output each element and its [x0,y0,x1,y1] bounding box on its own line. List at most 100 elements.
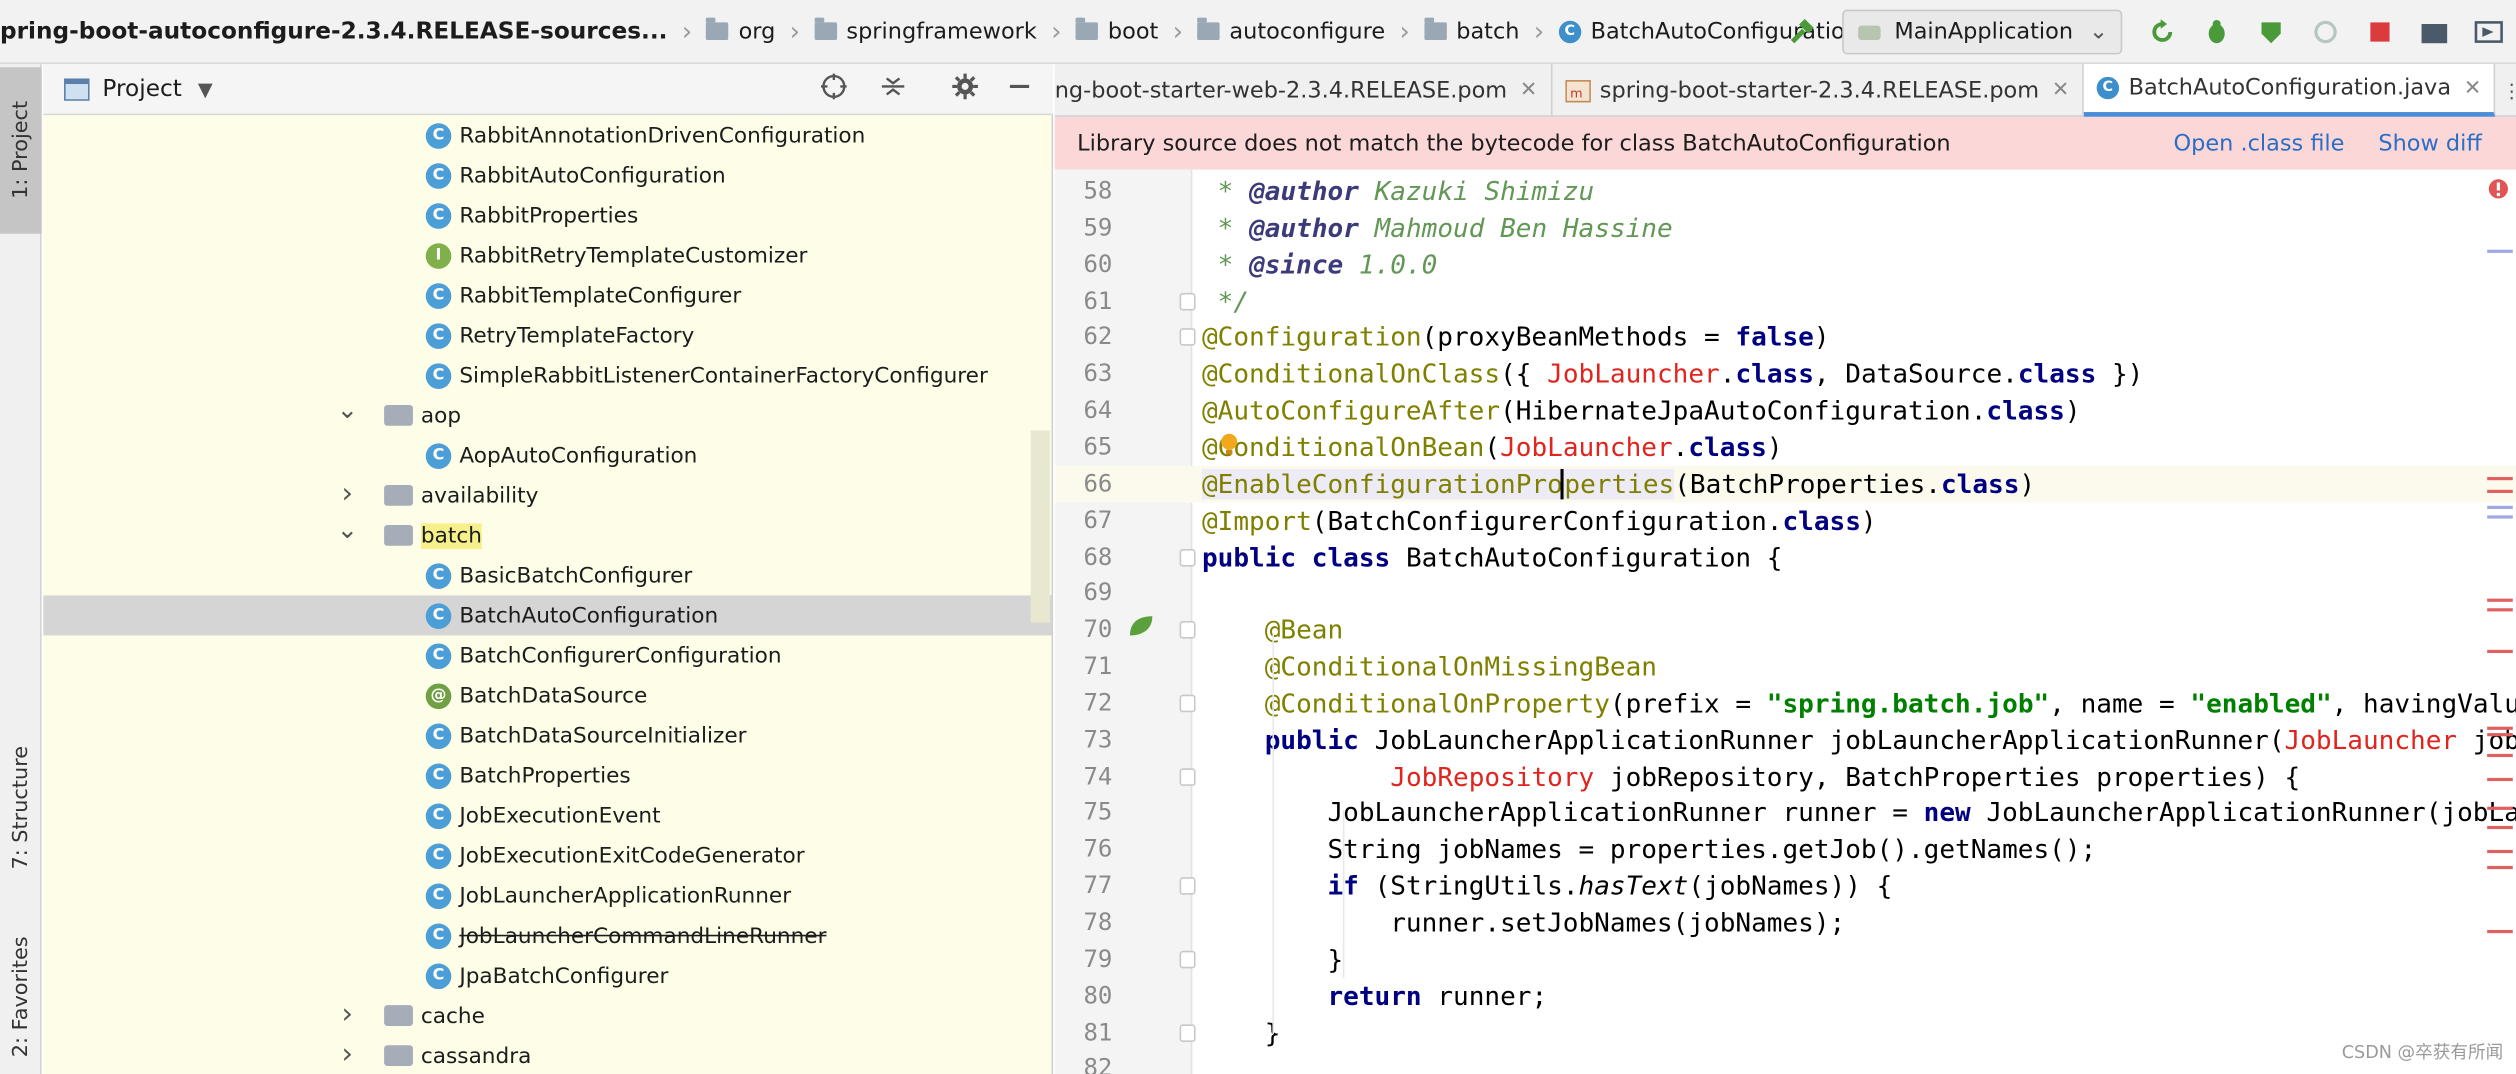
tree-item-label: BasicBatchConfigurer [459,562,693,589]
hide-panel-icon[interactable] [1005,71,1034,106]
code-line[interactable]: 69 [1055,575,2516,612]
project-tree: C RabbitAnnotationDrivenConfiguration C Rab… [43,115,1054,1074]
fold-marker-icon[interactable] [1179,1023,1196,1042]
tree-folder[interactable]: ⌄ batch [43,514,1051,555]
fold-marker-icon[interactable] [1179,950,1196,969]
tab-batch-auto-configuration[interactable]: C BatchAutoConfiguration.java ✕ [2083,64,2496,117]
fold-marker-icon[interactable] [1179,877,1196,895]
close-icon[interactable]: ✕ [2464,76,2481,100]
class-icon: C [425,442,452,469]
project-view-selector[interactable]: Project [102,76,181,102]
tree-item[interactable]: C SimpleRabbitListenerContainerFactoryCon… [43,355,1051,395]
run-with-coverage-icon[interactable] [2254,14,2289,49]
code-editor[interactable]: 58 * @author Kazuki Shimizu 59 * @author … [1054,169,2516,1074]
fold-marker-icon[interactable] [1179,548,1196,566]
code-line[interactable]: 60 * @since 1.0.0 [1055,246,2516,283]
code-line[interactable]: 65 @ConditionalOnBean(JobLauncher.class) [1055,429,2516,466]
tree-item-label: BatchProperties [459,762,631,789]
editor-tabs: ng-boot-starter-web-2.3.4.RELEASE.pom ✕ m… [1054,64,2516,117]
code-line[interactable]: 59 * @author Mahmoud Ben Hassine [1055,209,2516,246]
code-line[interactable]: 66 @EnableConfigurationProperties(BatchPr… [1054,465,2516,503]
tree-folder[interactable]: › cassandra [43,1036,1051,1074]
chevron-right-icon[interactable]: › [338,1037,357,1071]
tree-item[interactable]: I RabbitRetryTemplateCustomizer [43,235,1051,275]
tree-item[interactable]: C RabbitTemplateConfigurer [43,275,1051,315]
breadcrumb-batch[interactable]: batch [1421,0,1523,63]
tree-item[interactable]: C RetryTemplateFactory [43,315,1051,355]
error-stripe[interactable] [2484,170,2516,1074]
fold-marker-icon[interactable] [1179,621,1196,639]
breadcrumb-autoconfigure[interactable]: autoconfigure [1194,0,1388,63]
intention-bulb-icon[interactable] [1218,432,1240,464]
line-number: 69 [1083,578,1113,608]
code-line[interactable]: 61 */ [1055,283,2516,320]
code-line[interactable]: 64 @AutoConfigureAfter(HibernateJpaAutoCo… [1055,392,2516,429]
tab-starter-pom[interactable]: m spring-boot-starter-2.3.4.RELEASE.pom ✕ [1552,64,2084,117]
chevron-right-icon[interactable]: › [338,997,357,1031]
debug-bug-icon[interactable] [2199,14,2234,49]
tab-project-tool[interactable]: 1: Project [0,67,42,234]
fold-marker-icon[interactable] [1179,694,1196,713]
gear-icon[interactable] [951,71,980,106]
collapse-all-icon[interactable] [879,71,908,106]
tree-item[interactable]: C BatchDataSourceInitializer [43,715,1051,755]
tree-item-label: JobLauncherCommandLineRunner [459,922,827,949]
tree-item[interactable]: C RabbitAutoConfiguration [43,155,1051,195]
tree-item[interactable]: C JobLauncherApplicationRunner [43,876,1051,916]
tree-folder[interactable]: › cache [43,996,1051,1036]
tab-favorites-tool[interactable]: 2: Favorites [0,920,42,1074]
layout-icon[interactable] [2471,14,2506,49]
tree-scrollbar[interactable] [1030,430,1050,623]
tree-item[interactable]: C BatchProperties [43,755,1051,795]
rerun-icon[interactable] [2145,14,2180,49]
code-line[interactable]: 82 [1055,1051,2516,1074]
profile-icon[interactable] [2308,14,2343,49]
breadcrumb-org[interactable]: org [703,0,778,63]
tree-item[interactable]: C BatchAutoConfiguration [43,595,1052,636]
chevron-down-icon[interactable]: ⌄ [337,514,358,544]
line-number: 82 [1083,1053,1113,1074]
spring-bean-gutter-icon[interactable] [1127,613,1156,645]
tree-item[interactable]: C RabbitAnnotationDrivenConfiguration [43,115,1051,155]
code-text: if (StringUtils.hasText(jobNames)) { [1327,870,1893,902]
tree-item[interactable]: C BasicBatchConfigurer [43,555,1051,595]
build-hammer-icon[interactable] [1784,14,1819,49]
tree-item[interactable]: C JobExecutionEvent [43,795,1051,835]
caret-down-icon[interactable]: ▼ [198,78,213,100]
close-icon[interactable]: ✕ [1520,78,1537,102]
code-line[interactable]: 68 public class BatchAutoConfiguration { [1055,539,2516,576]
tab-structure-tool[interactable]: 7: Structure [0,720,42,896]
tree-folder[interactable]: ⌄ aop [43,394,1051,435]
more-tabs-button[interactable]: ⋮≡ [2496,64,2516,117]
line-number: 70 [1083,614,1113,644]
chevron-down-icon[interactable]: ⌄ [337,394,358,424]
tree-folder[interactable]: › availability [43,475,1051,515]
show-diff-link[interactable]: Show diff [2378,130,2481,156]
chevron-right-icon[interactable]: › [338,477,357,511]
tree-item[interactable]: C RabbitProperties [43,195,1051,235]
open-class-file-link[interactable]: Open .class file [2173,130,2344,156]
code-line[interactable]: 62 @Configuration(proxyBeanMethods = fals… [1055,319,2516,356]
tree-item[interactable]: C AopAutoConfiguration [43,435,1051,475]
tree-item[interactable]: @ BatchDataSource [43,675,1051,715]
tree-item-label: BatchConfigurerConfiguration [459,642,782,669]
fold-marker-icon[interactable] [1179,292,1196,310]
code-line[interactable]: 63 @ConditionalOnClass({ JobLauncher.clas… [1055,356,2516,393]
tab-starter-web-pom[interactable]: ng-boot-starter-web-2.3.4.RELEASE.pom ✕ [1055,64,1552,117]
breadcrumb-boot[interactable]: boot [1073,0,1162,63]
tree-item[interactable]: C JobLauncherCommandLineRunner [43,916,1051,956]
fold-marker-icon[interactable] [1179,767,1196,786]
locate-target-icon[interactable] [819,71,848,106]
tree-item[interactable]: C BatchConfigurerConfiguration [43,635,1051,675]
fold-marker-icon[interactable] [1179,328,1196,347]
close-icon[interactable]: ✕ [2052,78,2069,102]
code-line[interactable]: 67 @Import(BatchConfigurerConfiguration.c… [1055,502,2516,539]
breadcrumb-jar[interactable]: pring-boot-autoconfigure-2.3.4.RELEASE-s… [0,0,671,63]
run-configuration-select[interactable]: MainApplication ⌄ [1841,9,2123,55]
code-line[interactable]: 58 * @author Kazuki Shimizu [1055,173,2516,210]
project-structure-icon[interactable] [2417,14,2452,49]
stop-icon[interactable] [2362,14,2397,49]
tree-item[interactable]: C JpaBatchConfigurer [43,956,1051,996]
tree-item[interactable]: C JobExecutionExitCodeGenerator [43,836,1051,876]
breadcrumb-springframework[interactable]: springframework [811,0,1040,63]
